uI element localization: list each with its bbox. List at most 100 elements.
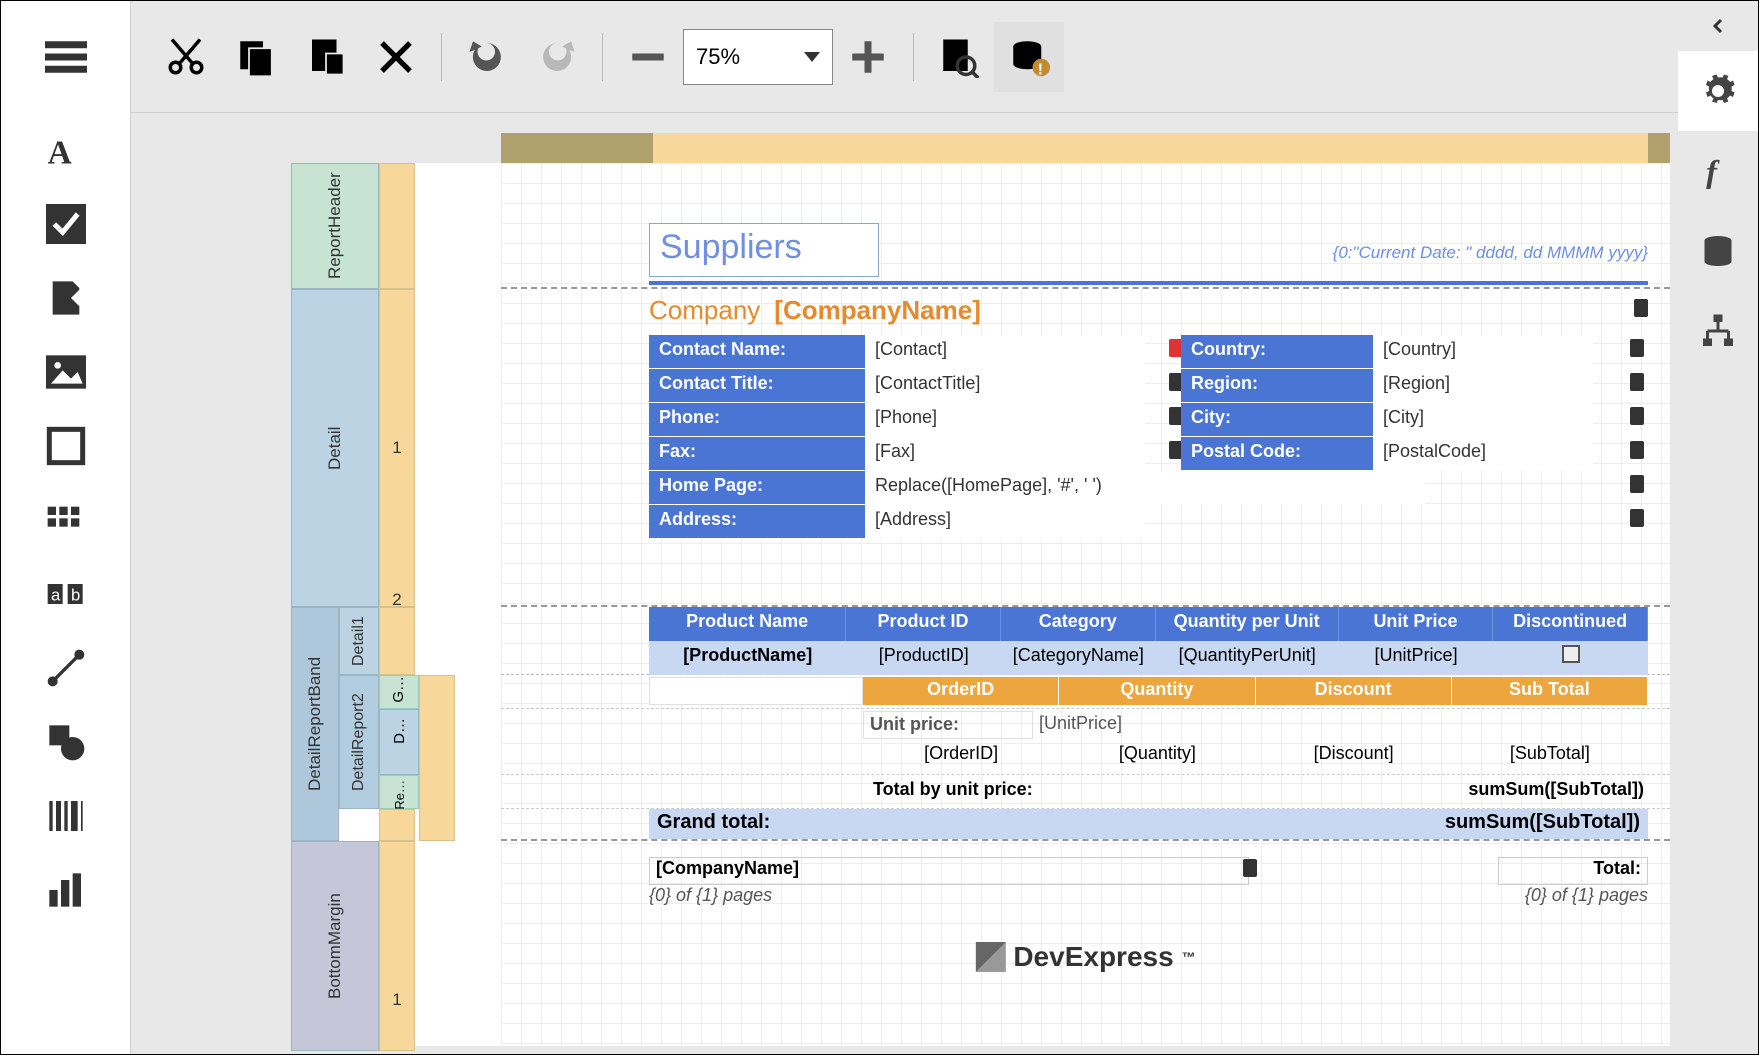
vertical-ruler-rh — [379, 163, 415, 289]
horizontal-ruler[interactable] — [501, 133, 1670, 163]
report-date-cell[interactable]: {0:"Current Date: " dddd, dd MMMM yyyy} — [1333, 243, 1648, 263]
collapse-button[interactable] — [1678, 1, 1758, 51]
company-label: Company — [649, 295, 760, 326]
footer-pages-left[interactable]: {0} of {1} pages — [649, 885, 772, 906]
tree-icon — [1700, 313, 1736, 349]
toolbox-label[interactable]: A — [1, 113, 130, 187]
vertical-ruler-dr2 — [419, 675, 455, 841]
vertical-ruler-d1 — [379, 607, 415, 675]
picture-icon — [46, 352, 86, 392]
location-table[interactable]: Country:[Country] Region:[Region] City:[… — [1181, 335, 1593, 471]
toolbar-separator — [602, 33, 603, 81]
validate-button[interactable]: ! — [994, 22, 1064, 92]
order-detail-band[interactable]: Unit price: [UnitPrice] [OrderID] [Quant… — [501, 709, 1670, 775]
footer-company[interactable]: [CompanyName] — [649, 857, 1249, 885]
design-surface[interactable]: ReportHeader Detail 1 2 DetailReportBand… — [291, 163, 1670, 1046]
zoom-out-button[interactable] — [613, 22, 683, 92]
delete-icon — [375, 36, 417, 78]
report-explorer-tab[interactable] — [1678, 291, 1758, 371]
grand-total-row[interactable]: Grand total: sumSum([SubTotal]) — [649, 809, 1648, 839]
properties-tab[interactable] — [1678, 51, 1758, 131]
band-bottommargin[interactable]: BottomMargin — [291, 841, 379, 1051]
cut-icon — [165, 36, 207, 78]
order-header-band[interactable]: OrderID Quantity Discount Sub Total — [501, 675, 1670, 709]
plus-icon — [847, 36, 889, 78]
zoom-select[interactable]: 75% — [683, 29, 833, 85]
band-detailreportband[interactable]: DetailReportBand — [291, 607, 339, 841]
expressions-tab[interactable]: f — [1678, 131, 1758, 211]
order-data-row[interactable]: [OrderID] [Quantity] [Discount] [SubTota… — [649, 741, 1648, 771]
product-header-row[interactable]: Product Name Product ID Category Quantit… — [649, 607, 1648, 641]
band-reportfooter[interactable]: Re… — [379, 775, 419, 809]
total-band[interactable]: Total by unit price: sumSum([SubTotal]) — [501, 775, 1670, 809]
grand-total-band[interactable]: Grand total: sumSum([SubTotal]) — [501, 809, 1670, 841]
gear-icon — [1700, 73, 1736, 109]
header-line[interactable] — [649, 281, 1648, 285]
toolbox-barcode[interactable] — [1, 779, 130, 853]
copy-button[interactable] — [221, 22, 291, 92]
line-icon — [46, 648, 86, 688]
paste-button[interactable] — [291, 22, 361, 92]
unit-price-row[interactable]: Unit price: [UnitPrice] — [649, 711, 1648, 739]
cut-button[interactable] — [151, 22, 221, 92]
toolbar-separator — [913, 33, 914, 81]
svg-text:b: b — [71, 586, 80, 605]
toolbox-chart[interactable] — [1, 853, 130, 927]
footer-logo[interactable]: DevExpress™ — [975, 941, 1195, 973]
chevron-left-icon — [1710, 18, 1726, 34]
undo-button[interactable] — [452, 22, 522, 92]
company-row[interactable]: Company [CompanyName] — [649, 293, 1648, 327]
footer-pages-right[interactable]: {0} of {1} pages — [1525, 885, 1648, 906]
product-data-row[interactable]: [ProductName] [ProductID] [CategoryName]… — [649, 641, 1648, 675]
redo-icon — [536, 36, 578, 78]
svg-text:!: ! — [1038, 61, 1043, 78]
toolbox-picture[interactable] — [1, 335, 130, 409]
band-detail1[interactable]: Detail1 — [339, 607, 379, 675]
toolbox-shape[interactable] — [1, 705, 130, 779]
svg-text:f: f — [1706, 155, 1720, 189]
company-value: [CompanyName] — [774, 295, 981, 326]
band-detail2[interactable]: D… — [379, 709, 419, 775]
toolbar-separator — [441, 33, 442, 81]
comb-icon: ab — [46, 574, 86, 614]
redo-button[interactable] — [522, 22, 592, 92]
preview-icon — [938, 36, 980, 78]
fieldlist-tab[interactable] — [1678, 211, 1758, 291]
toolbox-checkbox[interactable] — [1, 187, 130, 261]
copy-icon — [235, 36, 277, 78]
logo-icon — [975, 942, 1005, 972]
db-icon — [1630, 509, 1644, 527]
product-band[interactable]: Product Name Product ID Category Quantit… — [501, 607, 1670, 675]
toolbox-table[interactable] — [1, 483, 130, 557]
panel-icon — [46, 426, 86, 466]
zoom-in-button[interactable] — [833, 22, 903, 92]
menu-button[interactable] — [1, 1, 130, 113]
undo-icon — [466, 36, 508, 78]
footer-total[interactable]: Total: — [1498, 857, 1648, 885]
preview-button[interactable] — [924, 22, 994, 92]
main-toolbar: 75% ! — [131, 1, 1678, 113]
toolbox-line[interactable] — [1, 631, 130, 705]
toolbox-sidebar: A ab — [1, 1, 131, 1054]
shape-icon — [46, 722, 86, 762]
detail-band-area[interactable]: Company [CompanyName] Contact Name:[Cont… — [501, 289, 1670, 607]
report-title-cell[interactable]: Suppliers — [649, 223, 879, 277]
chart-icon — [46, 870, 86, 910]
delete-button[interactable] — [361, 22, 431, 92]
db-icon — [1630, 407, 1644, 425]
vertical-ruler-gt — [379, 809, 415, 841]
bottommargin-band-area[interactable]: [CompanyName] Total: {0} of {1} pages {0… — [501, 841, 1670, 1051]
band-detail[interactable]: Detail — [291, 289, 379, 607]
table-icon — [46, 500, 86, 540]
svg-text:a: a — [51, 586, 61, 605]
toolbox-richtext[interactable] — [1, 261, 130, 335]
reportheader-band-area[interactable]: Suppliers {0:"Current Date: " dddd, dd M… — [501, 163, 1670, 289]
total-by-unit-row[interactable]: Total by unit price: sumSum([SubTotal]) — [649, 777, 1648, 807]
toolbox-panel[interactable] — [1, 409, 130, 483]
svg-text:A: A — [47, 134, 71, 170]
order-subheader[interactable]: OrderID Quantity Discount Sub Total — [649, 677, 1648, 705]
band-groupheader[interactable]: G… — [379, 675, 419, 709]
toolbox-character-comb[interactable]: ab — [1, 557, 130, 631]
band-reportheader[interactable]: ReportHeader — [291, 163, 379, 289]
band-detailreport2[interactable]: DetailReport2 — [339, 675, 379, 809]
